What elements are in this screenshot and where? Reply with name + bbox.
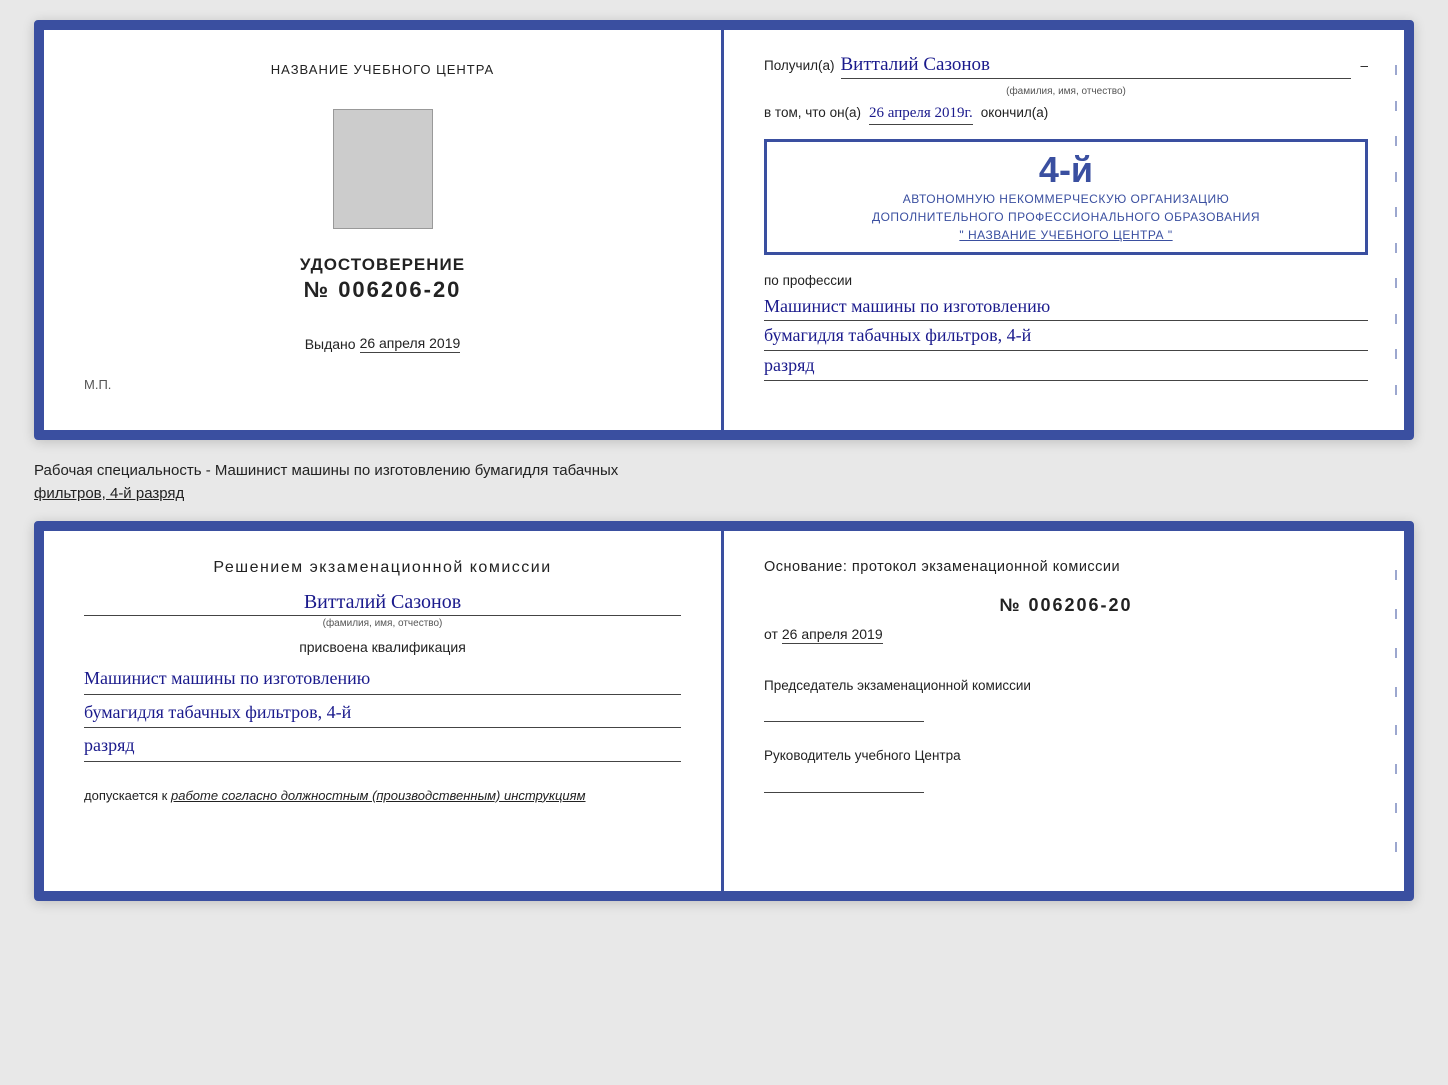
- top-certificate: НАЗВАНИЕ УЧЕБНОГО ЦЕНТРА УДОСТОВЕРЕНИЕ №…: [34, 20, 1414, 440]
- exam-qual-line3: разряд: [84, 730, 681, 762]
- cert-title: УДОСТОВЕРЕНИЕ: [300, 255, 465, 275]
- exam-date-row: от 26 апреля 2019: [764, 626, 1368, 644]
- exam-date-value: 26 апреля 2019: [782, 626, 883, 644]
- exam-rukovoditel-signature: [764, 773, 924, 793]
- cert-recipient-row: Получил(а) Витталий Сазонов –: [764, 54, 1368, 79]
- cert-stamp-line2: ДОПОЛНИТЕЛЬНОГО ПРОФЕССИОНАЛЬНОГО ОБРАЗО…: [779, 208, 1353, 226]
- cert-stamp-block: 4-й АВТОНОМНУЮ НЕКОММЕРЧЕСКУЮ ОРГАНИЗАЦИ…: [764, 139, 1368, 255]
- cert-profession-line1: Машинист машины по изготовлению: [764, 292, 1368, 322]
- exam-rukovoditel-label: Руководитель учебного Центра: [764, 746, 1368, 766]
- exam-dopusk-prefix: допускается к: [84, 788, 167, 803]
- cert-date-prefix: в том, что он(а): [764, 105, 861, 120]
- exam-predsedatel-signature: [764, 702, 924, 722]
- cert-issued-row: Выдано 26 апреля 2019: [305, 335, 461, 353]
- cert-profession-line2: бумагидля табачных фильтров, 4-й: [764, 321, 1368, 351]
- exam-qual-line2: бумагидля табачных фильтров, 4-й: [84, 697, 681, 729]
- caption-line1: Рабочая специальность - Машинист машины …: [34, 462, 618, 479]
- cert-stamp-line1: АВТОНОМНУЮ НЕКОММЕРЧЕСКУЮ ОРГАНИЗАЦИЮ: [779, 190, 1353, 208]
- cert-okoncil-label: окончил(а): [981, 105, 1048, 120]
- cert-left-panel: НАЗВАНИЕ УЧЕБНОГО ЦЕНТРА УДОСТОВЕРЕНИЕ №…: [44, 30, 724, 430]
- cert-number: № 006206-20: [304, 277, 462, 303]
- exam-name: Витталий Сазонов: [84, 591, 681, 616]
- cert-recipient-name: Витталий Сазонов: [841, 54, 1351, 79]
- exam-date-prefix: от: [764, 626, 778, 642]
- caption-line2: фильтров, 4-й разряд: [34, 485, 184, 502]
- exam-name-footnote: (фамилия, имя, отчество): [84, 618, 681, 629]
- exam-dopusk-row: допускается к работе согласно должностны…: [84, 788, 681, 803]
- cert-photo: [333, 109, 433, 229]
- cert-stamp-line3: " НАЗВАНИЕ УЧЕБНОГО ЦЕНТРА ": [779, 226, 1353, 244]
- exam-predsedatel-block: Председатель экзаменационной комиссии: [764, 676, 1368, 722]
- exam-qual-line1: Машинист машины по изготовлению: [84, 663, 681, 695]
- cert-date-value: 26 апреля 2019г.: [869, 105, 973, 125]
- caption-block: Рабочая специальность - Машинист машины …: [34, 456, 1414, 505]
- cert-issued-prefix: Выдано: [305, 336, 356, 352]
- exam-heading: Решением экзаменационной комиссии: [84, 559, 681, 577]
- exam-prisvoyena-label: присвоена квалификация: [84, 639, 681, 655]
- exam-right-panel: Основание: протокол экзаменационной коми…: [724, 531, 1404, 891]
- bottom-exam-document: Решением экзаменационной комиссии Виттал…: [34, 521, 1414, 901]
- exam-left-panel: Решением экзаменационной комиссии Виттал…: [44, 531, 724, 891]
- exam-dopusk-text: работе согласно должностным (производств…: [171, 788, 586, 803]
- cert-institution-name: НАЗВАНИЕ УЧЕБНОГО ЦЕНТРА: [271, 62, 494, 77]
- cert-date-row: в том, что он(а) 26 апреля 2019г. окончи…: [764, 105, 1368, 125]
- cert-mp-label: М.П.: [84, 377, 111, 392]
- right-side-dashes: [1388, 40, 1404, 420]
- exam-rukovoditel-block: Руководитель учебного Центра: [764, 746, 1368, 792]
- cert-recipient-footnote: (фамилия, имя, отчество): [764, 86, 1368, 97]
- cert-right-panel: Получил(а) Витталий Сазонов – (фамилия, …: [724, 30, 1404, 430]
- cert-recipient-prefix: Получил(а): [764, 58, 835, 73]
- exam-protocol-number: № 006206-20: [764, 595, 1368, 616]
- cert-dash: –: [1357, 58, 1368, 73]
- exam-predsedatel-label: Председатель экзаменационной комиссии: [764, 676, 1368, 696]
- exam-osnov-label: Основание: протокол экзаменационной коми…: [764, 559, 1368, 575]
- cert-profession-label: по профессии: [764, 273, 1368, 288]
- exam-right-side-dashes: [1388, 541, 1404, 881]
- cert-stamp-big-text: 4-й: [779, 150, 1353, 190]
- cert-issued-date: 26 апреля 2019: [360, 335, 461, 353]
- cert-profession-line3: разряд: [764, 351, 1368, 381]
